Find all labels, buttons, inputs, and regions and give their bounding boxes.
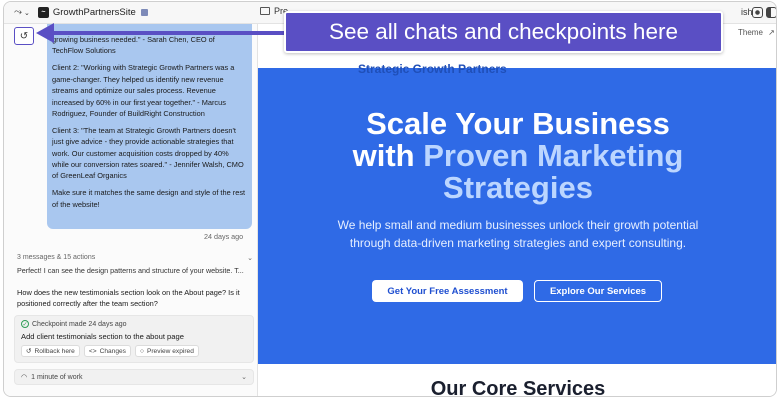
hero-section: Strategic Growth Partners Scale Your Bus… <box>258 62 776 364</box>
publish-button[interactable]: ish <box>741 7 753 17</box>
sidebar-toggle-icon[interactable] <box>766 7 776 18</box>
code-icon: <> <box>88 347 97 355</box>
chevron-down-icon: ⌄ <box>24 9 30 17</box>
record-icon[interactable] <box>752 7 763 18</box>
message-paragraph: Client 2: "Working with Strategic Growth… <box>52 63 235 118</box>
free-assessment-button[interactable]: Get Your Free Assessment <box>372 280 523 302</box>
annotation-arrow-line <box>52 31 286 35</box>
check-circle-icon: ✓ <box>21 320 29 328</box>
history-button[interactable]: ↺ <box>14 27 34 45</box>
app-window: ⤳ ⌄ ~ GrowthPartnersSite Pre ish ↺ growi… <box>3 1 777 397</box>
message-paragraph: Client 3: "The team at Strategic Growth … <box>52 125 244 181</box>
message-paragraph: Make sure it matches the same design and… <box>52 188 246 209</box>
hero-heading: Scale Your Business with Proven Marketin… <box>258 106 776 205</box>
project-icon: ~ <box>37 7 49 18</box>
changes-button[interactable]: <> Changes <box>83 345 131 357</box>
history-icon: ↺ <box>19 30 29 42</box>
clipped-heading: Strategic Growth Partners <box>358 62 507 76</box>
chevron-down-icon: ⌄ <box>247 255 253 262</box>
actions-summary: 3 messages & 15 actions <box>17 254 96 261</box>
chevron-down-icon: ⌄ <box>241 374 247 381</box>
assistant-question: How does the new testimonials section lo… <box>17 288 240 308</box>
checkpoint-title: Add client testimonials section to the a… <box>21 332 184 341</box>
assistant-reply: Perfect! I can see the design patterns a… <box>17 266 244 275</box>
chat-sidebar: ↺ growing business needed." - Sarah Chen… <box>4 24 258 396</box>
services-heading: Our Core Services <box>430 378 606 397</box>
work-label: 1 minute of work <box>31 373 83 381</box>
checkpoint-card: ✓ Checkpoint made 24 days ago Add client… <box>14 315 254 363</box>
theme-button[interactable]: Theme ↗ <box>738 28 775 37</box>
project-name[interactable]: GrowthPartnersSite <box>53 7 136 18</box>
rollback-label: Rollback here <box>34 347 75 355</box>
rollback-button[interactable]: ↺ Rollback here <box>21 345 80 357</box>
app-menu[interactable]: ⤳ ⌄ <box>14 7 30 18</box>
explore-services-button[interactable]: Explore Our Services <box>534 280 662 302</box>
external-link-icon: ↗ <box>768 28 775 37</box>
actions-summary-row[interactable]: 3 messages & 15 actions ⌄ <box>17 254 253 262</box>
user-message-bubble: growing business needed." - Sarah Chen, … <box>47 24 252 229</box>
hero-line-2-accent: Proven Marketing <box>423 138 684 173</box>
monitor-icon <box>260 7 270 15</box>
checkpoint-header: ✓ Checkpoint made 24 days ago <box>21 320 247 328</box>
hero-subtitle: We help small and medium businesses unlo… <box>337 218 699 250</box>
hero-line-2-plain: with <box>352 138 424 173</box>
annotation-callout: See all chats and checkpoints here <box>284 11 723 53</box>
hero-line-1: Scale Your Business <box>366 106 670 141</box>
history-icon: ↺ <box>26 348 32 355</box>
theme-label: Theme <box>738 28 763 37</box>
gauge-icon: ◠ <box>21 374 28 381</box>
route-icon: ⤳ <box>14 7 22 18</box>
message-timestamp: 24 days ago <box>204 232 244 241</box>
circle-icon: ○ <box>139 347 144 355</box>
project-badge-icon <box>140 9 148 16</box>
checkpoint-meta: Checkpoint made 24 days ago <box>32 320 127 328</box>
preview-expired-button[interactable]: ○ Preview expired <box>134 345 199 357</box>
annotation-arrow-head <box>36 23 54 43</box>
message-paragraph: growing business needed." - Sarah Chen, … <box>52 35 215 56</box>
preview-panel: Theme ↗ Strategic Growth Partners Scale … <box>258 24 776 397</box>
hero-line-2: with Proven Marketing <box>258 138 776 173</box>
checkpoint-actions: ↺ Rollback here <> Changes ○ Preview exp… <box>21 345 247 357</box>
preview-expired-label: Preview expired <box>146 347 194 355</box>
changes-label: Changes <box>99 347 126 355</box>
work-summary-row[interactable]: ◠ 1 minute of work ⌄ <box>14 369 254 385</box>
hero-line-3: Strategies <box>443 170 593 205</box>
